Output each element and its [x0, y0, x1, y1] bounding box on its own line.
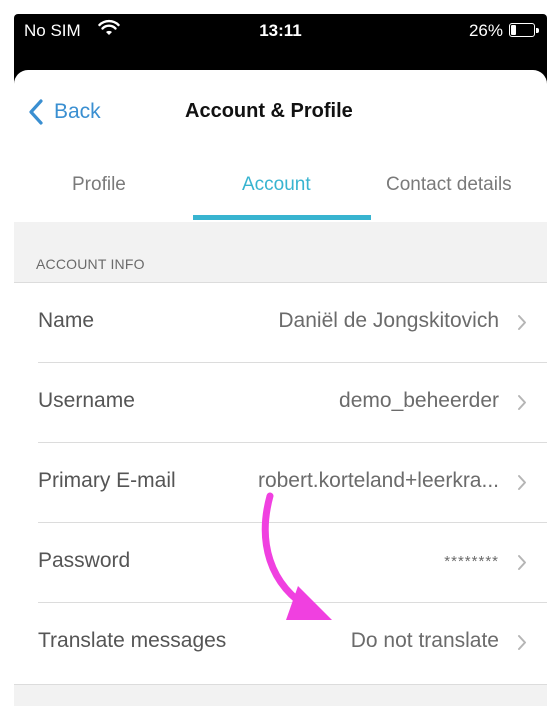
section-footer: [14, 684, 547, 706]
row-username[interactable]: Username demo_beheerder: [14, 363, 547, 443]
chevron-right-icon: [518, 475, 526, 490]
row-value: Do not translate: [350, 629, 499, 652]
battery-level: [511, 25, 516, 35]
tab-profile[interactable]: Profile: [72, 174, 126, 196]
chevron-right-icon: [518, 315, 526, 330]
chevron-right-icon: [518, 555, 526, 570]
back-button[interactable]: Back: [28, 97, 101, 127]
clock: 13:11: [259, 21, 302, 40]
page-title: Account & Profile: [185, 100, 353, 122]
battery-icon: [509, 23, 535, 37]
row-translate-messages[interactable]: Translate messages Do not translate: [14, 603, 547, 683]
tab-account[interactable]: Account: [242, 174, 311, 196]
row-label: Primary E-mail: [38, 469, 176, 492]
chevron-right-icon: [518, 635, 526, 650]
row-name[interactable]: Name Daniël de Jongskitovich: [14, 283, 547, 363]
tab-bar: Profile Account Contact details: [14, 166, 547, 222]
row-value: demo_beheerder: [339, 389, 499, 412]
back-label: Back: [54, 100, 101, 123]
tab-contact-details[interactable]: Contact details: [386, 174, 512, 196]
row-label: Name: [38, 309, 95, 332]
battery-tip: [536, 28, 539, 33]
chevron-left-icon: [29, 99, 43, 125]
section-header: ACCOUNT INFO: [14, 222, 547, 282]
chevron-right-icon: [518, 395, 526, 410]
section-header-label: ACCOUNT INFO: [36, 256, 145, 272]
row-label: Password: [38, 549, 131, 572]
row-value: Daniël de Jongskitovich: [278, 309, 499, 332]
row-password[interactable]: Password ********: [14, 523, 547, 603]
row-value: ********: [444, 553, 499, 570]
account-profile-sheet: Back Account & Profile Profile Account C…: [14, 70, 547, 706]
battery-percentage: 26%: [468, 21, 503, 40]
active-tab-indicator: [193, 215, 371, 220]
row-label: Translate messages: [38, 629, 227, 652]
navigation-bar: Back Account & Profile: [14, 70, 547, 154]
row-label: Username: [38, 389, 135, 412]
row-value: robert.korteland+leerkra...: [257, 469, 499, 492]
row-primary-email[interactable]: Primary E-mail robert.korteland+leerkra.…: [14, 443, 547, 523]
